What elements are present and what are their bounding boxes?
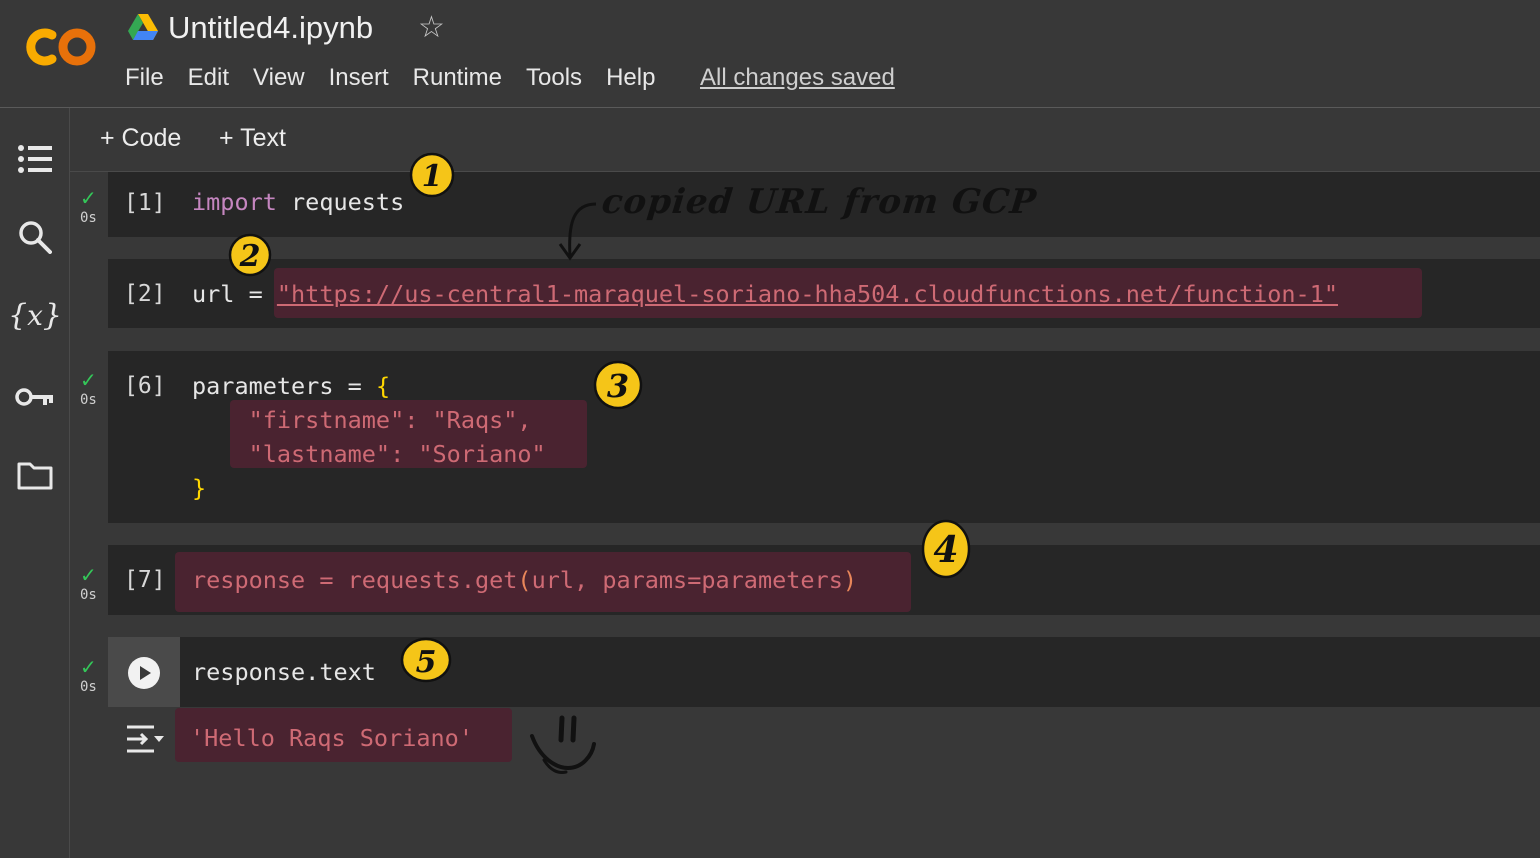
annotation-number-2: 2 [228, 233, 272, 277]
add-code-label: Code [121, 124, 182, 152]
toc-icon[interactable] [14, 138, 56, 180]
cell-duration: 0s [80, 587, 97, 603]
code-text: requests [276, 188, 405, 216]
code-line[interactable]: url = "https://us-central1-maraquel-sori… [192, 280, 1338, 308]
success-check-icon: ✓ [80, 188, 97, 210]
star-icon[interactable]: ☆ [418, 10, 445, 45]
success-check-icon: ✓ [80, 657, 97, 679]
code-text: parameters = [192, 372, 376, 400]
success-check-icon: ✓ [80, 370, 97, 392]
arrow-icon [558, 202, 597, 261]
code-url-string: "https://us-central1-maraquel-soriano-hh… [276, 280, 1339, 308]
code-brace: { [375, 372, 391, 400]
key-icon[interactable] [14, 376, 56, 418]
colab-logo[interactable] [22, 26, 98, 68]
annotation-number-1: 1 [409, 152, 455, 198]
drive-icon[interactable] [128, 14, 158, 40]
search-icon[interactable] [14, 216, 56, 258]
output-icon[interactable] [124, 722, 166, 756]
annotation-number-5: 5 [400, 637, 452, 683]
cell-duration: 0s [80, 679, 97, 695]
annotation-digit: 4 [933, 529, 958, 571]
exec-count: [2] [124, 281, 166, 307]
code-paren: ( [517, 566, 532, 594]
annotation-digit: 5 [416, 645, 437, 680]
menu-tools[interactable]: Tools [526, 64, 582, 92]
code-line[interactable]: import requests [192, 188, 404, 216]
header: Untitled4.ipynb ☆ File Edit View Insert … [0, 0, 1540, 108]
cell-duration: 0s [80, 392, 97, 408]
annotation-number-4: 4 [921, 519, 971, 579]
run-cell-button[interactable] [108, 637, 180, 707]
annotation-number-3: 3 [593, 360, 643, 410]
code-line[interactable]: response = requests.get(url, params=para… [192, 566, 857, 594]
menu-edit[interactable]: Edit [188, 64, 229, 92]
save-status-link[interactable]: All changes saved [700, 64, 895, 92]
annotation-digit: 3 [607, 367, 629, 405]
exec-count: [1] [124, 190, 166, 216]
success-check-icon: ✓ [80, 565, 97, 587]
code-keyword: import [192, 188, 277, 216]
code-text: url = [192, 280, 277, 308]
folder-icon[interactable] [14, 454, 56, 496]
code-line[interactable]: "lastname": "Soriano" [192, 440, 546, 468]
menu-view[interactable]: View [253, 64, 305, 92]
run-icon [128, 657, 160, 689]
menu-runtime[interactable]: Runtime [413, 64, 502, 92]
code-line[interactable]: response.text [192, 658, 376, 686]
menu-bar: File Edit View Insert Runtime Tools Help [125, 64, 655, 92]
output-text: 'Hello Raqs Soriano' [190, 724, 473, 752]
sidebar: {x} [0, 108, 70, 858]
annotation-digit: 2 [239, 239, 261, 274]
code-text: response = requests.get [192, 566, 518, 594]
menu-file[interactable]: File [125, 64, 164, 92]
menu-insert[interactable]: Insert [329, 64, 389, 92]
code-text: url, params=parameters [531, 566, 843, 594]
code-line[interactable]: parameters = { [192, 372, 390, 400]
annotation-digit: 1 [422, 159, 443, 194]
exec-count: [6] [124, 373, 166, 399]
add-text-button[interactable]: + Text [219, 124, 286, 153]
code-paren: ) [842, 566, 857, 594]
code-line[interactable]: "firstname": "Raqs", [192, 406, 532, 434]
code-line[interactable]: } [192, 474, 206, 502]
notebook-title[interactable]: Untitled4.ipynb [168, 10, 373, 46]
add-text-label: Text [240, 124, 286, 152]
smiley-icon [530, 715, 596, 774]
cell-duration: 0s [80, 210, 97, 226]
exec-count: [7] [124, 567, 166, 593]
copied-url-note: copied URL from GCP [599, 182, 1039, 222]
menu-help[interactable]: Help [606, 64, 655, 92]
notebook-toolbar: + Code + Text [70, 108, 1540, 172]
variables-icon[interactable]: {x} [8, 294, 62, 336]
add-code-button[interactable]: + Code [100, 124, 181, 153]
